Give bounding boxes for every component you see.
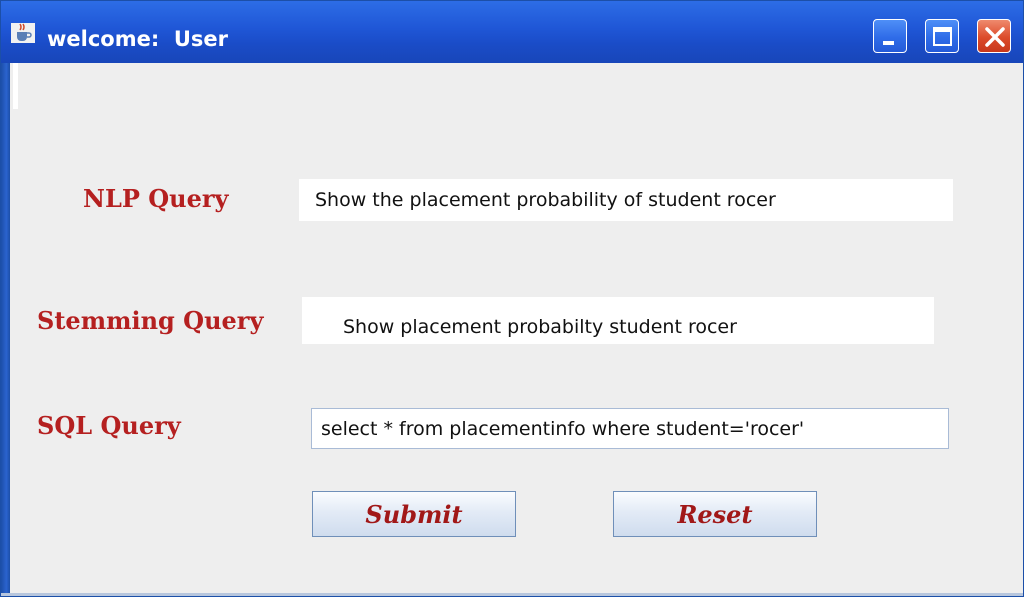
stemming-query-label: Stemming Query	[37, 306, 264, 335]
close-button[interactable]	[977, 19, 1011, 53]
window-edge-highlight	[13, 63, 18, 109]
window-border-left	[1, 63, 10, 596]
java-cup-icon	[11, 23, 35, 43]
submit-button[interactable]: Submit	[312, 491, 516, 537]
window-border-bottom	[1, 593, 1023, 596]
reset-button[interactable]: Reset	[613, 491, 817, 537]
stemming-query-field[interactable]: Show placement probabilty student rocer	[302, 297, 934, 344]
close-icon	[985, 27, 1005, 47]
app-window: welcome: User NLP Query Show the placeme…	[0, 0, 1024, 597]
nlp-query-label: NLP Query	[83, 184, 229, 213]
maximize-button[interactable]	[925, 19, 959, 53]
sql-query-field[interactable]: select * from placementinfo where studen…	[311, 408, 949, 449]
minimize-icon	[883, 41, 894, 45]
window-title: welcome: User	[47, 27, 229, 51]
minimize-button[interactable]	[873, 19, 907, 53]
nlp-query-field[interactable]: Show the placement probability of studen…	[299, 179, 953, 221]
maximize-icon	[933, 27, 952, 46]
sql-query-label: SQL Query	[37, 411, 181, 440]
title-bar[interactable]: welcome: User	[1, 1, 1023, 63]
